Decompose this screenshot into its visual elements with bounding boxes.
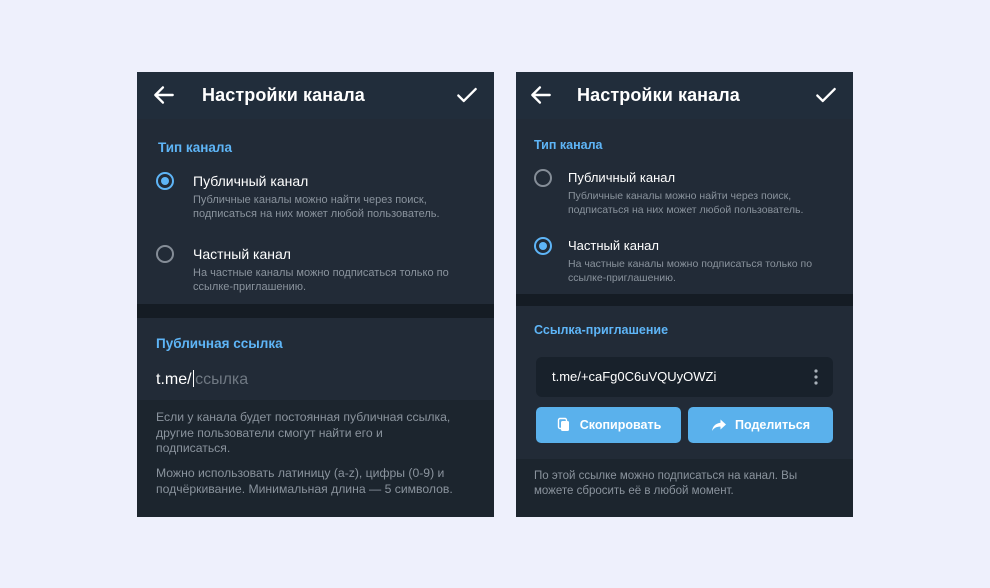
link-prefix: t.me/ — [156, 371, 192, 388]
section-header-channel-type: Тип канала — [158, 140, 232, 155]
share-button-label: Поделиться — [734, 418, 811, 432]
more-vertical-icon[interactable] — [809, 368, 823, 386]
option-description: Публичные каналы можно найти через поиск… — [193, 194, 440, 220]
checkmark-icon[interactable] — [454, 82, 480, 108]
public-channel-option[interactable]: Публичный канал Публичные каналы можно н… — [137, 164, 494, 224]
page-title: Настройки канала — [577, 85, 740, 105]
checkmark-icon[interactable] — [813, 82, 839, 108]
copy-button-label: Скопировать — [579, 418, 662, 432]
section-header-invite-link: Ссылка-приглашение — [534, 323, 669, 337]
channel-type-section: Тип канала Публичный канал Публичные кан… — [137, 119, 494, 304]
public-link-section: Публичная ссылка t.me/ссылка — [137, 318, 494, 400]
option-description: Публичные каналы можно найти через поиск… — [568, 190, 804, 216]
share-link-button[interactable]: Поделиться — [688, 407, 833, 443]
private-channel-radio[interactable] — [534, 237, 552, 255]
option-label: Публичный канал — [568, 170, 676, 185]
option-label: Частный канал — [193, 246, 291, 262]
option-label: Публичный канал — [193, 173, 309, 189]
channel-settings-screen-private: Настройки канала Тип канала Публичный ка… — [516, 72, 853, 517]
copy-link-button[interactable]: Скопировать — [536, 407, 681, 443]
allowed-characters-note: Можно использовать латиницу (a-z), цифры… — [156, 466, 453, 496]
public-link-note: Если у канала будет постоянная публичная… — [156, 410, 451, 455]
section-header-channel-type: Тип канала — [534, 138, 603, 152]
private-channel-option[interactable]: Частный канал На частные каналы можно по… — [516, 229, 853, 287]
page-title: Настройки канала — [202, 85, 365, 105]
public-channel-radio[interactable] — [534, 169, 552, 187]
section-divider — [516, 294, 853, 306]
option-description: На частные каналы можно подписаться толь… — [193, 267, 449, 293]
private-channel-radio[interactable] — [156, 245, 174, 263]
share-arrow-icon — [711, 419, 726, 431]
channel-type-section: Тип канала Публичный канал Публичные кан… — [516, 119, 853, 294]
channel-settings-screen-public: Настройки канала Тип канала Публичный ка… — [137, 72, 494, 517]
top-bar: Настройки канала — [137, 72, 494, 119]
back-arrow-icon[interactable] — [151, 82, 177, 108]
option-label: Частный канал — [568, 238, 659, 253]
link-placeholder: ссылка — [195, 371, 249, 388]
top-bar: Настройки канала — [516, 72, 853, 119]
section-header-public-link: Публичная ссылка — [156, 336, 283, 351]
invite-link-field[interactable]: t.me/+caFg0C6uVQUyOWZi — [536, 357, 833, 397]
private-channel-option[interactable]: Частный канал На частные каналы можно по… — [137, 237, 494, 297]
option-description: На частные каналы можно подписаться толь… — [568, 258, 813, 284]
section-divider — [137, 304, 494, 318]
back-arrow-icon[interactable] — [528, 82, 554, 108]
public-link-input[interactable]: t.me/ссылка — [156, 370, 248, 389]
copy-icon — [557, 417, 569, 431]
public-channel-option[interactable]: Публичный канал Публичные каналы можно н… — [516, 161, 853, 219]
text-cursor — [192, 370, 195, 387]
invite-link-value: t.me/+caFg0C6uVQUyOWZi — [552, 369, 717, 384]
public-channel-radio[interactable] — [156, 172, 174, 190]
invite-link-note: По этой ссылке можно подписаться на кана… — [534, 470, 798, 497]
